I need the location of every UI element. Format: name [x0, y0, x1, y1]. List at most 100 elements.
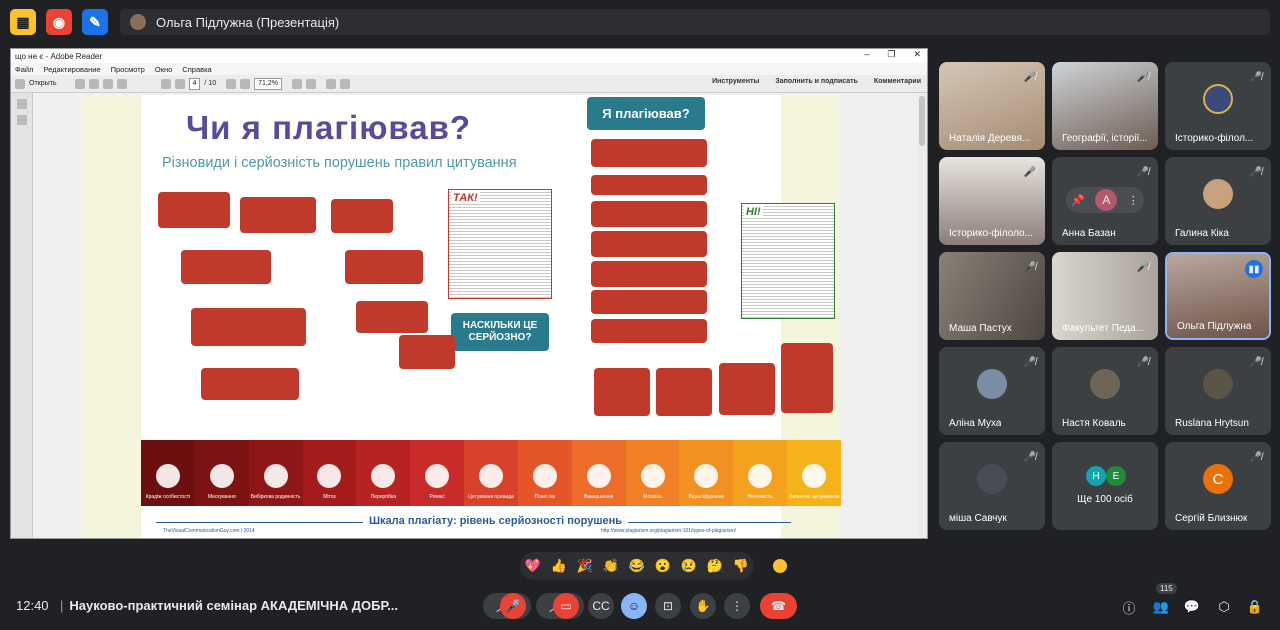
record-icon[interactable]: ◉ [46, 9, 72, 35]
participant-tile[interactable]: 🎤̸ Ruslana Hrytsun [1165, 347, 1271, 435]
activities-icon[interactable]: ▦ [10, 9, 36, 35]
reaction-clap[interactable]: 👏 [603, 558, 619, 574]
flow-question [656, 368, 712, 416]
hashtag-icon [586, 464, 611, 488]
zoom-select[interactable]: 71,2% [254, 77, 282, 90]
end-call-icon: ☎ [771, 599, 786, 613]
participant-tile[interactable]: 🎤̸ Історико-філоло... [939, 157, 1045, 245]
mail-icon[interactable] [102, 78, 113, 89]
reactions-bar: 💖 👍 🎉 👏 😂 😮 😢 🤔 👎 [520, 552, 754, 580]
print-icon[interactable] [88, 78, 99, 89]
attachments-icon[interactable] [16, 115, 27, 125]
flow-question [158, 192, 230, 228]
participant-tile[interactable]: 📌 А ⋮ 🎤̸ Анна Базан [1052, 157, 1158, 245]
severity-latent: Латентне цитуванням [787, 440, 841, 506]
menu-window[interactable]: Окно [155, 65, 172, 74]
reactions-button[interactable]: ☺ [621, 593, 647, 619]
more-participants-label: Ще 100 осіб [1077, 494, 1133, 505]
reaction-laugh[interactable]: 😂 [629, 558, 645, 574]
vertical-scrollbar[interactable] [917, 93, 927, 538]
participant-tile[interactable]: 🎤̸ міша Савчук [939, 442, 1045, 530]
reaction-heart[interactable]: 💖 [525, 558, 541, 574]
emoji-icon: ☺ [627, 599, 641, 613]
chat-button[interactable]: 💬 [1181, 596, 1203, 618]
captions-button[interactable]: CC [588, 593, 614, 619]
more-options-icon[interactable]: ⋮ [1128, 194, 1139, 207]
mic-toggle-button[interactable]: 🎤 [500, 593, 526, 619]
page-number-input[interactable]: 4 [188, 77, 201, 90]
menu-view[interactable]: Просмотр [111, 65, 145, 74]
more-participants-tile[interactable]: Н Е Ще 100 осіб [1052, 442, 1158, 530]
severity-polish: Відшліфування [679, 440, 734, 506]
activities-button[interactable]: ⬡ [1213, 596, 1235, 618]
participant-tile[interactable]: 🎤̸ Факультет Педа... [1052, 252, 1158, 340]
participant-tile[interactable]: 🎤̸ Галина Кіка [1165, 157, 1271, 245]
zoom-in-icon[interactable] [240, 78, 251, 89]
folder-icon[interactable] [15, 78, 25, 89]
raise-hand-button[interactable]: ✋ [690, 593, 716, 619]
host-controls-button[interactable]: 🔒 [1244, 596, 1266, 618]
participant-tile[interactable]: С 🎤̸ Сергій Близнюк [1165, 442, 1271, 530]
hand-icon: ✋ [695, 599, 711, 613]
flow-question [719, 363, 775, 415]
present-button[interactable]: ⊡ [655, 593, 681, 619]
menu-edit[interactable]: Редактирование [43, 65, 100, 74]
participant-name: міша Савчук [949, 513, 1007, 524]
participant-tile[interactable]: 🎤̸ Наталія Деревя... [939, 62, 1045, 150]
mask-icon [155, 464, 180, 488]
whiteboard-icon[interactable]: ✎ [82, 9, 108, 35]
pin-icon[interactable]: 📌 [1071, 194, 1085, 207]
severity-mitosis: Мітоз [302, 440, 357, 506]
severity-identity-theft: Крадіж особистості [141, 440, 195, 506]
comment-icon[interactable] [325, 78, 336, 89]
meeting-info-button[interactable]: ⓘ [1118, 596, 1140, 618]
fill-sign-panel-button[interactable]: Заполнить и подписать [775, 78, 858, 85]
reaction-sad[interactable]: 😢 [681, 558, 697, 574]
zoom-out-icon[interactable] [226, 78, 237, 89]
participant-tile[interactable]: 🎤̸ Настя Коваль [1052, 347, 1158, 435]
more-options-button[interactable]: ⋮ [724, 593, 750, 619]
scrollbar-thumb[interactable] [919, 96, 925, 146]
comments-panel-button[interactable]: Комментарии [874, 78, 921, 85]
participant-tile[interactable]: 🎤̸ Історико-філол... [1165, 62, 1271, 150]
sign-icon[interactable] [339, 78, 350, 89]
menu-help[interactable]: Справка [182, 65, 211, 74]
export-icon[interactable] [116, 78, 127, 89]
source-right[interactable]: http://www.plagiarism.org/plagiarism-101… [601, 528, 736, 534]
pages-icon[interactable] [16, 99, 27, 109]
source-left[interactable]: TheVisualCommunicationGuy.com | 2014 [163, 528, 255, 534]
open-button[interactable]: Открыть [29, 80, 57, 87]
lock-person-icon: 🔒 [1246, 599, 1264, 614]
reaction-thumbs-up[interactable]: 👍 [551, 558, 567, 574]
fit-width-icon[interactable] [305, 78, 316, 89]
participant-tile[interactable]: 🎤̸ Аліна Муха [939, 347, 1045, 435]
mic-off-icon: 🎤̸ [1023, 166, 1037, 178]
participant-name: Географії, історії... [1062, 133, 1148, 144]
tools-panel-button[interactable]: Инструменты [712, 78, 759, 85]
participant-tile[interactable]: 🎤̸ Маша Пастух [939, 252, 1045, 340]
fit-page-icon[interactable] [291, 78, 302, 89]
down-arrow-icon[interactable] [174, 78, 185, 89]
save-icon[interactable] [74, 78, 85, 89]
up-arrow-icon[interactable] [160, 78, 171, 89]
close-icon[interactable]: ✕ [913, 49, 921, 60]
presentation-indicator[interactable]: Ольга Підлужна (Презентація) [120, 9, 1270, 35]
participant-tile[interactable]: 🎤̸ Географії, історії... [1052, 62, 1158, 150]
reaction-surprised[interactable]: 😮 [655, 558, 671, 574]
people-button[interactable]: 👥 [1150, 596, 1172, 618]
maximize-icon[interactable]: ❐ [887, 49, 895, 60]
flow-question [181, 250, 271, 284]
menu-file[interactable]: Файл [15, 65, 33, 74]
flow-question [356, 301, 428, 333]
reaction-thinking[interactable]: 🤔 [707, 558, 723, 574]
flow-question [345, 250, 423, 284]
slide-title: Чи я плагіював? [186, 109, 472, 146]
participant-tile-active-speaker[interactable]: ▮▮ Ольга Підлужна [1165, 252, 1271, 340]
reaction-party[interactable]: 🎉 [577, 558, 593, 574]
leave-call-button[interactable]: ☎ [760, 593, 797, 619]
emblem-avatar [1203, 84, 1233, 114]
skin-tone-icon[interactable] [773, 559, 787, 573]
reaction-thumbs-down[interactable]: 👎 [733, 558, 749, 574]
minimize-icon[interactable]: – [864, 49, 869, 60]
camera-toggle-button[interactable]: ▭ [553, 593, 579, 619]
